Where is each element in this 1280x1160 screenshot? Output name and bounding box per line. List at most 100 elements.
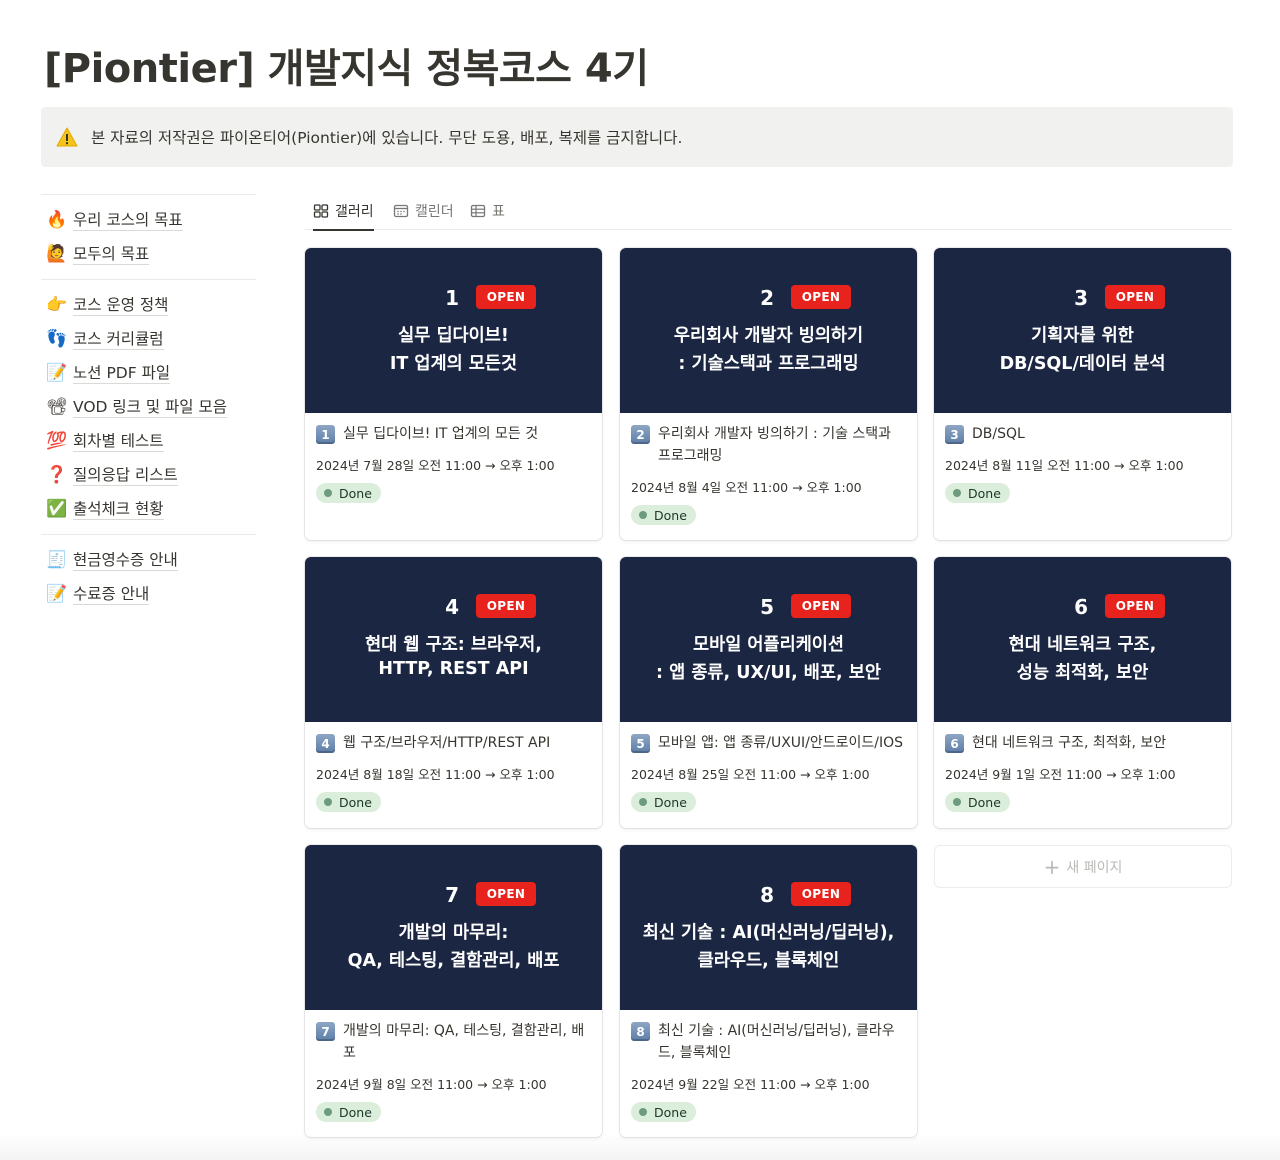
bottom-fade [0, 1134, 1280, 1160]
sidebar-item-label: 출석체크 현황 [73, 499, 164, 520]
card-date: 2024년 8월 11일 오전 11:00 → 오후 1:00 [945, 458, 1184, 473]
sidebar-item-label: 질의응답 리스트 [73, 465, 178, 486]
card-date: 2024년 8월 4일 오전 11:00 → 오후 1:00 [631, 480, 862, 495]
sidebar-item-label: 노션 PDF 파일 [73, 363, 171, 384]
gallery-card[interactable]: 3 OPEN 기획자를 위한 DB/SQL/데이터 분석 3 DB/SQL 2024년 8월… [934, 248, 1231, 540]
tab-label: 갤러리 [335, 204, 374, 220]
page-emoji-icon: 👣 [46, 329, 68, 349]
status-dot-icon [639, 1108, 647, 1116]
gallery-card[interactable]: 4 OPEN 현대 웹 구조: 브라우저, HTTP, REST API 4 웹 구조/브… [305, 557, 602, 828]
card-title: 현대 네트워크 구조, 최적화, 보안 [972, 735, 1167, 751]
card-title-row: 5 모바일 앱: 앱 종류/UXUI/안드로이드/IOS [631, 732, 905, 754]
calendar-icon [393, 203, 409, 219]
open-badge: OPEN [476, 285, 536, 309]
sidebar-item[interactable]: 🙋 모두의 목표 [41, 237, 256, 271]
card-cover: 1 OPEN 실무 딥다이브! IT 업계의 모든것 [305, 248, 602, 413]
sidebar-item[interactable]: 👉 코스 운영 정책 [41, 288, 256, 322]
status-badge: Done [631, 505, 696, 525]
status-dot-icon [639, 511, 647, 519]
sidebar-item-label: 코스 운영 정책 [73, 295, 169, 316]
open-badge: OPEN [791, 882, 851, 906]
card-body: 5 모바일 앱: 앱 종류/UXUI/안드로이드/IOS 2024년 8월 25일 … [620, 722, 917, 824]
cover-line: HTTP, REST API [378, 659, 529, 679]
sidebar: 🔥 우리 코스의 목표 🙋 모두의 목표 👉 코스 운영 정책 👣 코스 커리큘럼 📝 노션 P… [41, 194, 256, 619]
cover-line: 성능 최적화, 보안 [1016, 663, 1149, 683]
status-badge: Done [945, 792, 1010, 812]
tab-table[interactable]: 표 [470, 192, 505, 230]
cover-line: 실무 딥다이브! [398, 326, 509, 346]
status-label: Done [654, 507, 687, 523]
card-title: 실무 딥다이브! IT 업계의 모든 것 [343, 426, 539, 442]
cover-line: QA, 테스팅, 결함관리, 배포 [347, 951, 560, 971]
card-body: 1 실무 딥다이브! IT 업계의 모든 것 2024년 7월 28일 오전 11:… [305, 413, 602, 515]
status-badge: Done [631, 792, 696, 812]
sidebar-group-admin: 🧾 현금영수증 안내 📝 수료증 안내 [41, 535, 256, 619]
card-body: 4 웹 구조/브라우저/HTTP/REST API 2024년 8월 18일 오전 … [305, 722, 602, 824]
card-cover: 5 OPEN 모바일 어플리케이션: 앱 종류, UX/UI, 배포, 보안 [620, 557, 917, 722]
sidebar-item[interactable]: 👣 코스 커리큘럼 [41, 322, 256, 356]
page-emoji-icon: ✅ [46, 499, 68, 519]
status-dot-icon [324, 489, 332, 497]
gallery-card[interactable]: 6 OPEN 현대 네트워크 구조, 성능 최적화, 보안 6 현대 네트워크 구조, 최… [934, 557, 1231, 828]
sidebar-item[interactable]: 💯 회차별 테스트 [41, 424, 256, 458]
tab-calendar[interactable]: 캘린더 [393, 192, 454, 230]
status-label: Done [339, 485, 372, 501]
page-emoji-icon: 👉 [46, 295, 68, 315]
status-label: Done [339, 1104, 372, 1120]
keycap-number-icon: 8 [631, 1022, 650, 1041]
open-badge: OPEN [1105, 594, 1165, 618]
sidebar-item[interactable]: ❓ 질의응답 리스트 [41, 458, 256, 492]
card-title-row: 1 실무 딥다이브! IT 업계의 모든 것 [316, 423, 590, 445]
sidebar-item[interactable]: 🧾 현금영수증 안내 [41, 543, 256, 577]
sidebar-item[interactable]: 📝 수료증 안내 [41, 577, 256, 611]
gallery-card[interactable]: 5 OPEN 모바일 어플리케이션: 앱 종류, UX/UI, 배포, 보안 5 모바일… [620, 557, 917, 828]
cover-line: : 앱 종류, UX/UI, 배포, 보안 [656, 663, 881, 683]
card-date: 2024년 9월 8일 오전 11:00 → 오후 1:00 [316, 1077, 547, 1092]
page-emoji-icon: 📝 [46, 584, 68, 604]
keycap-number-icon: 7 [316, 1022, 335, 1041]
page-emoji-icon: 🙋 [46, 244, 68, 264]
plus-icon: + [1043, 854, 1061, 879]
card-date: 2024년 9월 22일 오전 11:00 → 오후 1:00 [631, 1077, 870, 1092]
card-title-row: 4 웹 구조/브라우저/HTTP/REST API [316, 732, 590, 754]
sidebar-item-label: 코스 커리큘럼 [73, 329, 164, 350]
status-dot-icon [639, 798, 647, 806]
status-label: Done [968, 485, 1001, 501]
keycap-number-icon: 6 [945, 734, 964, 753]
gallery-card[interactable]: 2 OPEN 우리회사 개발자 빙의하기: 기술스택과 프로그래밍 2 우리회사 개발자… [620, 248, 917, 540]
status-dot-icon [324, 798, 332, 806]
card-title: DB/SQL [972, 426, 1025, 442]
cover-line: 현대 웹 구조: 브라우저, [365, 635, 542, 655]
new-page-button[interactable]: + 새 페이지 [934, 845, 1232, 888]
sidebar-item-label: 현금영수증 안내 [73, 550, 178, 571]
sidebar-group-goals: 🔥 우리 코스의 목표 🙋 모두의 목표 [41, 195, 256, 279]
cover-line: 최신 기술 : AI(머신러닝/딥러닝), [642, 923, 895, 943]
sidebar-item[interactable]: 📝 노션 PDF 파일 [41, 356, 256, 390]
sidebar-item-label: 우리 코스의 목표 [73, 210, 183, 231]
open-badge: OPEN [1105, 285, 1165, 309]
sidebar-item[interactable]: 📽 VOD 링크 및 파일 모음 [41, 390, 256, 424]
view-tabs: 갤러리 캘린더 표 [305, 192, 1232, 231]
open-badge: OPEN [476, 594, 536, 618]
card-title-row: 6 현대 네트워크 구조, 최적화, 보안 [945, 732, 1219, 754]
card-title-row: 7 개발의 마무리: QA, 테스팅, 결함관리, 배포 [316, 1020, 590, 1064]
open-badge: OPEN [476, 882, 536, 906]
cover-session-number: 1 [445, 286, 459, 310]
cover-line: 우리회사 개발자 빙의하기 [673, 326, 864, 346]
card-body: 8 최신 기술 : AI(머신러닝/딥러닝), 클라우드, 블록체인 2024년 9… [620, 1010, 917, 1134]
keycap-number-icon: 4 [316, 734, 335, 753]
card-title: 개발의 마무리: QA, 테스팅, 결함관리, 배포 [343, 1023, 585, 1061]
tab-gallery[interactable]: 갤러리 [313, 192, 374, 231]
gallery-card[interactable]: 8 OPEN 최신 기술 : AI(머신러닝/딥러닝), 클라우드, 블록체인 8 최신 … [620, 845, 917, 1137]
cover-line: 기획자를 위한 [1031, 326, 1134, 346]
gallery-card[interactable]: 1 OPEN 실무 딥다이브! IT 업계의 모든것 1 실무 딥다이브! IT 업계의 … [305, 248, 602, 540]
sidebar-item[interactable]: ✅ 출석체크 현황 [41, 492, 256, 526]
tab-label: 캘린더 [415, 204, 454, 220]
status-dot-icon [953, 489, 961, 497]
open-badge: OPEN [791, 594, 851, 618]
card-title-row: 3 DB/SQL [945, 423, 1219, 445]
cover-line: 현대 네트워크 구조, [1008, 635, 1157, 655]
card-cover: 7 OPEN 개발의 마무리: QA, 테스팅, 결함관리, 배포 [305, 845, 602, 1010]
gallery-card[interactable]: 7 OPEN 개발의 마무리: QA, 테스팅, 결함관리, 배포 7 개발의 마무리: … [305, 845, 602, 1137]
sidebar-item[interactable]: 🔥 우리 코스의 목표 [41, 203, 256, 237]
